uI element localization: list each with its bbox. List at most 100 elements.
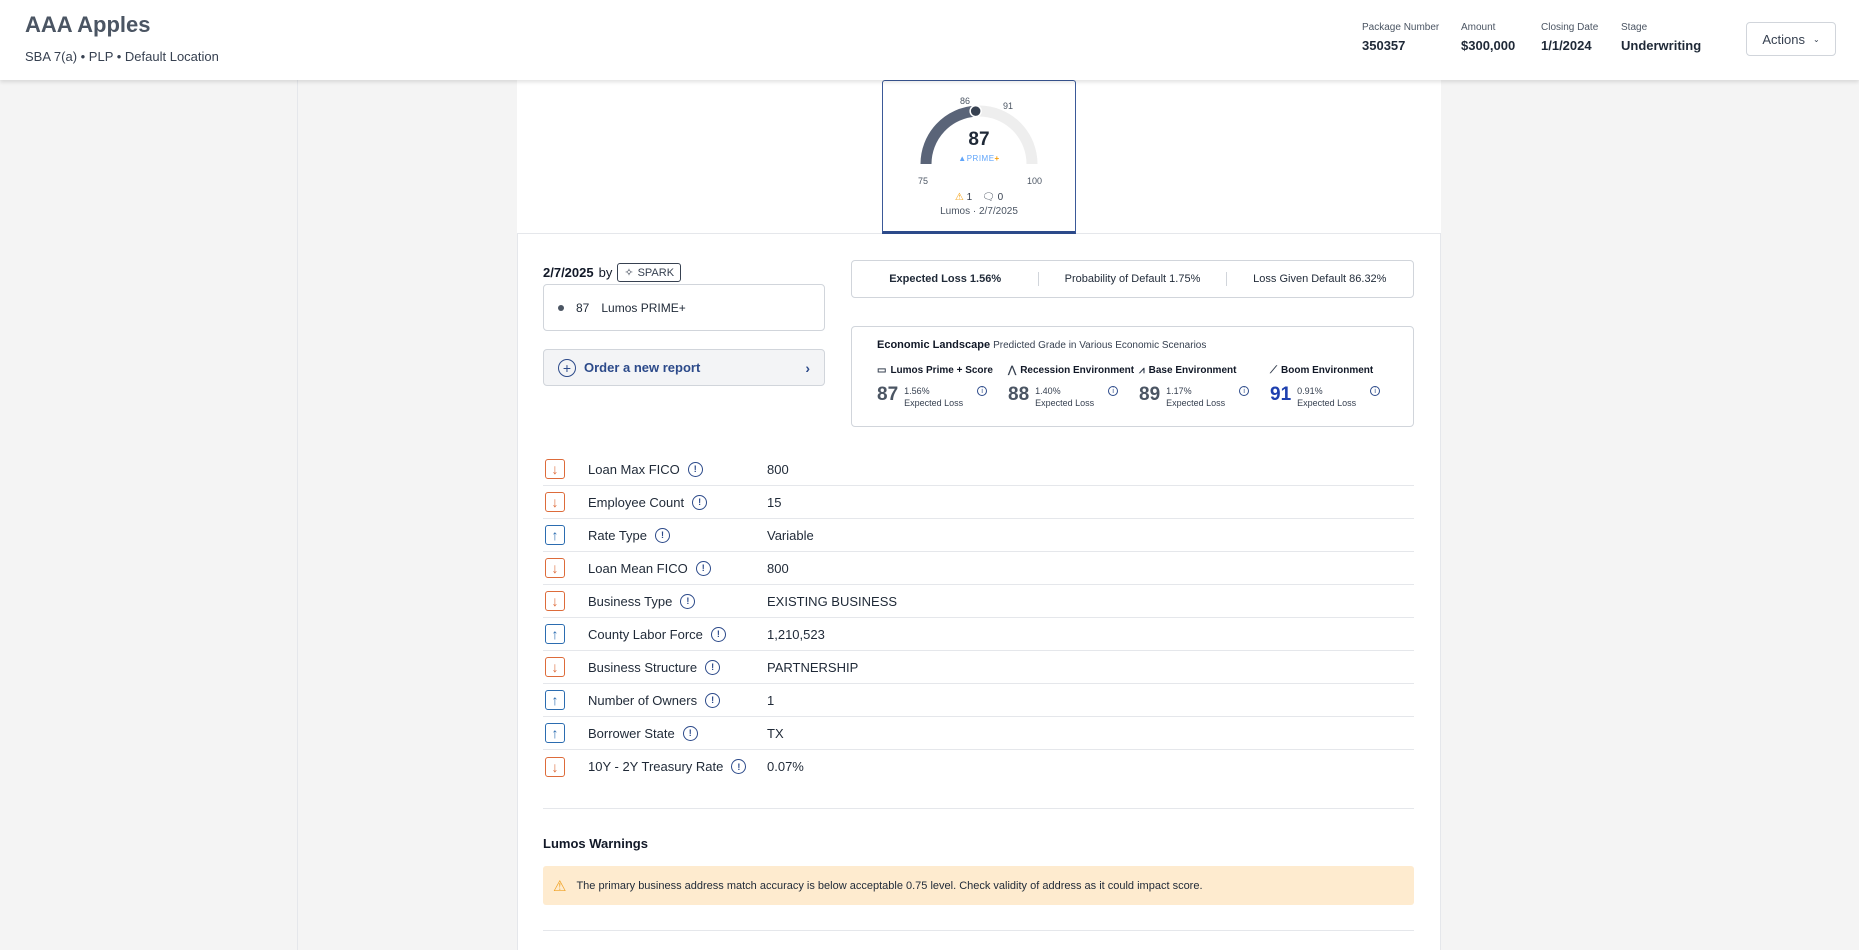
warning-banner: ⚠ The primary business address match acc… xyxy=(543,866,1414,905)
factor-value: 1,210,523 xyxy=(767,626,825,642)
gauge-max: 100 xyxy=(1027,176,1043,186)
info-icon[interactable]: ! xyxy=(682,725,698,741)
warning-icon: ⚠ xyxy=(954,192,964,203)
loss-summary: Expected Loss 1.56% Probability of Defau… xyxy=(851,260,1414,298)
arrow-down-icon: ↓ xyxy=(545,558,565,578)
prime-logo: ▲PRIME+ xyxy=(958,154,1000,163)
plus-circle-icon: + xyxy=(558,358,576,377)
factor-row: ↓ Business Structure! PARTNERSHIP xyxy=(543,651,1414,684)
gauge-stats: ⚠ 1 🗨 0 xyxy=(883,192,1075,203)
arrow-down-icon: ↓ xyxy=(545,459,565,479)
arrow-up-icon: ↑ xyxy=(545,690,565,710)
meta-package-number: Package Number 350357 xyxy=(1362,22,1440,53)
scenario-grade: 87 xyxy=(877,384,899,405)
warning-message: The primary business address match accur… xyxy=(576,879,1203,892)
page-title: AAA Apples xyxy=(25,12,151,37)
info-icon[interactable]: ! xyxy=(655,527,671,543)
factor-value: 800 xyxy=(767,461,789,477)
factor-name: Borrower State! xyxy=(588,725,698,741)
factor-name: County Labor Force! xyxy=(588,626,726,642)
meta-amount: Amount $300,000 xyxy=(1461,22,1516,53)
info-icon[interactable]: ! xyxy=(687,461,703,477)
loss-given-default: Loss Given Default 86.32% xyxy=(1253,273,1387,285)
sparkle-icon: ✧ xyxy=(624,267,634,279)
spark-badge: ✧ SPARK xyxy=(617,263,682,282)
warnings-title: Lumos Warnings xyxy=(543,836,648,851)
actions-button[interactable]: Actions ⌄ xyxy=(1746,22,1836,56)
warnings-count: 1 xyxy=(966,192,973,203)
score-factors-list: ↓ Loan Max FICO! 800 ↓ Employee Count! 15 ↑ Rat… xyxy=(543,453,1414,783)
factor-value: PARTNERSHIP xyxy=(767,659,859,675)
page-subtitle: SBA 7(a) • PLP • Default Location xyxy=(25,49,219,64)
factor-value: 0.07% xyxy=(767,759,804,774)
factor-name: 10Y - 2Y Treasury Rate! xyxy=(588,759,747,774)
factor-name: Rate Type! xyxy=(588,527,671,543)
trend-up-icon: ⟋ xyxy=(1270,365,1277,376)
trend-flat-icon: ⩘ xyxy=(1139,365,1145,376)
factor-name: Business Structure! xyxy=(588,659,721,675)
info-icon[interactable]: ! xyxy=(692,494,708,510)
gauge-footer: Lumos · 2/7/2025 xyxy=(940,206,1018,217)
scenario-base: ⩘ Base Environment 89 1.17% Expected Loss … xyxy=(1139,365,1269,409)
info-icon[interactable]: i xyxy=(1370,386,1381,396)
scenario-recession: ⋀ Recession Environment 88 1.40% Expected … xyxy=(1008,365,1135,408)
arrow-up-icon: ↑ xyxy=(545,624,565,644)
score-gauge-card[interactable]: 86 91 75 100 87 ▲PRIME+ ⚠ 1 🗨 0 Lumos · … xyxy=(882,80,1076,234)
info-icon[interactable]: ! xyxy=(680,593,696,609)
report-score: 87 xyxy=(576,300,590,315)
factor-row: ↑ Number of Owners! 1 xyxy=(543,684,1414,717)
page-header: AAA Apples SBA 7(a) • PLP • Default Loca… xyxy=(0,0,1859,80)
scenario-grade: 89 xyxy=(1139,384,1161,405)
factor-row: ↑ Rate Type! Variable xyxy=(543,519,1414,552)
scenario-grade: 88 xyxy=(1008,384,1030,405)
report-list-item[interactable]: 87 Lumos PRIME+ xyxy=(543,284,825,331)
factor-row: ↓ Loan Max FICO! 800 xyxy=(543,453,1414,486)
factor-name: Loan Max FICO! xyxy=(588,461,703,477)
section-divider xyxy=(543,930,1414,931)
trend-down-icon: ⋀ xyxy=(1008,365,1017,376)
meta-stage: Stage Underwriting xyxy=(1621,22,1702,53)
arrow-down-icon: ↓ xyxy=(545,492,565,512)
meta-closing-date: Closing Date 1/1/2024 xyxy=(1541,22,1599,53)
info-icon[interactable]: i xyxy=(1108,386,1119,396)
info-icon[interactable]: ! xyxy=(731,759,747,774)
arrow-up-icon: ↑ xyxy=(545,525,565,545)
expected-loss: Expected Loss 1.56% xyxy=(889,273,1002,285)
factor-name: Employee Count! xyxy=(588,494,708,510)
factor-row: ↓ Employee Count! 15 xyxy=(543,486,1414,519)
info-icon[interactable]: ! xyxy=(705,659,721,675)
factor-value: TX xyxy=(767,725,784,741)
gauge-min: 75 xyxy=(918,176,929,186)
factor-name: Business Type! xyxy=(588,593,696,609)
info-icon[interactable]: i xyxy=(1239,386,1250,396)
report-date: 2/7/2025 xyxy=(543,265,594,280)
prime-logo-mark: ▲ xyxy=(958,154,967,163)
comment-icon: 🗨 xyxy=(982,192,995,203)
info-icon[interactable]: ! xyxy=(705,692,721,708)
gauge-marker xyxy=(969,104,982,118)
info-icon[interactable]: i xyxy=(977,386,988,396)
info-icon[interactable]: ! xyxy=(710,626,726,642)
arrow-down-icon: ↓ xyxy=(545,591,565,611)
gauge-score: 87 xyxy=(968,129,990,150)
probability-of-default: Probability of Default 1.75% xyxy=(1064,273,1201,285)
bullet-dot xyxy=(558,304,564,311)
factor-value: 800 xyxy=(767,560,789,576)
economic-landscape: Economic Landscape Predicted Grade in Var… xyxy=(851,326,1414,427)
arrow-down-icon: ↓ xyxy=(545,657,565,677)
factor-value: 15 xyxy=(767,494,782,510)
info-icon[interactable]: ! xyxy=(695,560,711,576)
gauge-mark-low: 86 xyxy=(960,96,971,106)
factor-value: Variable xyxy=(767,527,814,543)
factor-value: EXISTING BUSINESS xyxy=(767,593,898,609)
factor-name: Loan Mean FICO! xyxy=(588,560,711,576)
warning-icon: ⚠ xyxy=(553,877,567,895)
scenario-prime-score: ▭ Lumos Prime + Score 87 1.56% Expected Lo… xyxy=(877,365,993,408)
arrow-down-icon: ↓ xyxy=(545,756,565,777)
factor-row: ↓ Loan Mean FICO! 800 xyxy=(543,552,1414,585)
report-date-line: 2/7/2025 by ✧ SPARK xyxy=(543,263,682,282)
section-divider xyxy=(543,808,1414,809)
factor-row: ↓ 10Y - 2Y Treasury Rate! 0.07% xyxy=(543,750,1414,783)
chevron-right-icon: › xyxy=(805,359,810,376)
order-new-report-button[interactable]: + Order a new report › xyxy=(543,349,825,386)
